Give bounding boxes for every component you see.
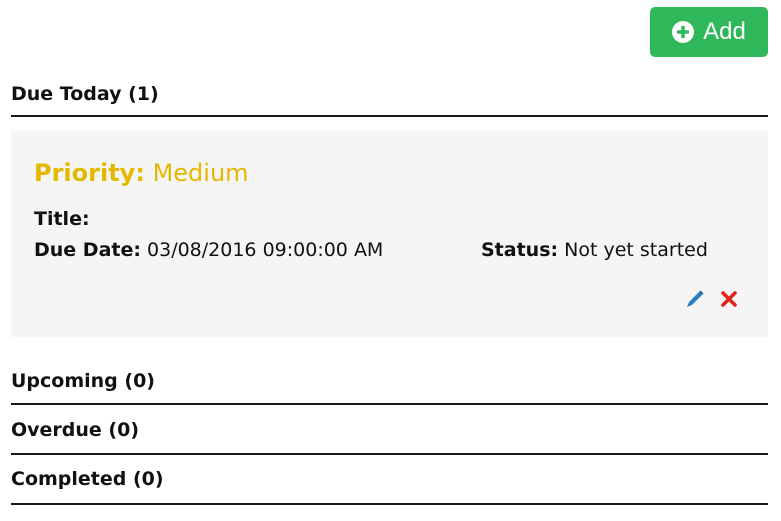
add-button-label: Add bbox=[703, 18, 746, 45]
pencil-icon[interactable] bbox=[685, 289, 705, 309]
priority-value: Medium bbox=[152, 159, 249, 187]
section-title-completed: Completed (0) bbox=[11, 468, 164, 490]
due-date-value: 03/08/2016 09:00:00 AM bbox=[147, 239, 384, 261]
plus-circle-icon bbox=[672, 21, 695, 43]
x-icon[interactable] bbox=[719, 289, 739, 309]
section-overdue[interactable]: Overdue (0) bbox=[11, 421, 768, 455]
due-date-row: Due Date: 03/08/2016 09:00:00 AM bbox=[34, 241, 383, 260]
section-upcoming[interactable]: Upcoming (0) bbox=[11, 372, 768, 405]
status-row: Status: Not yet started bbox=[481, 241, 708, 260]
section-title-due-today: Due Today (1) bbox=[11, 83, 159, 105]
section-completed[interactable]: Completed (0) bbox=[11, 470, 768, 505]
due-date-label: Due Date: bbox=[34, 239, 141, 261]
task-actions bbox=[685, 289, 739, 309]
section-title-upcoming: Upcoming (0) bbox=[11, 370, 155, 392]
priority-label: Priority: bbox=[34, 159, 145, 187]
add-button[interactable]: Add bbox=[650, 7, 768, 57]
status-label: Status: bbox=[481, 239, 559, 261]
priority-row: Priority: Medium bbox=[34, 159, 249, 187]
title-row: Title: bbox=[34, 210, 90, 229]
task-card: Priority: Medium Title: Due Date: 03/08/… bbox=[11, 131, 768, 337]
section-title-overdue: Overdue (0) bbox=[11, 419, 140, 441]
title-label: Title: bbox=[34, 208, 90, 230]
section-due-today[interactable]: Due Today (1) bbox=[11, 85, 768, 117]
status-value: Not yet started bbox=[564, 239, 708, 261]
